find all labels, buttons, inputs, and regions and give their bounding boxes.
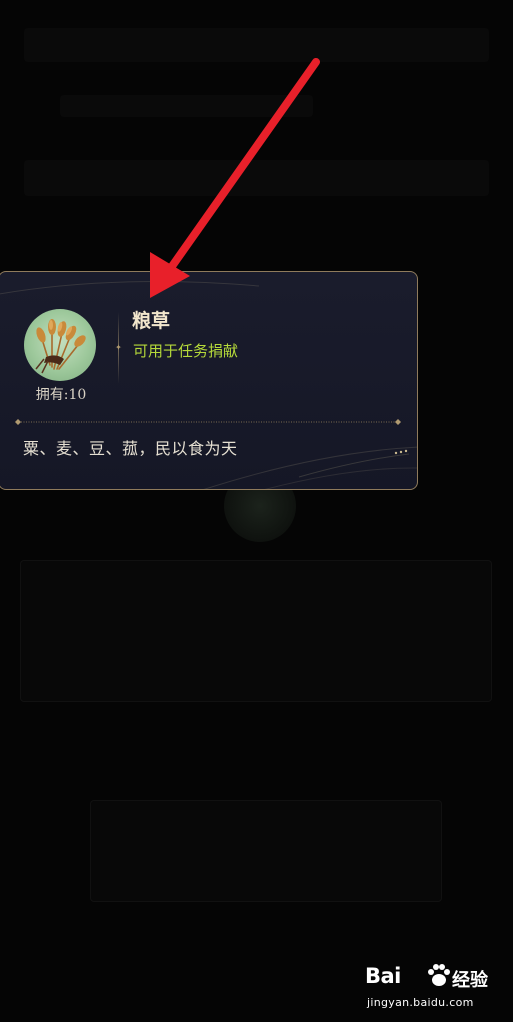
item-owned-count: 拥有:10: [35, 387, 87, 403]
watermark-brand: 经验: [452, 970, 488, 991]
bg-tab-row: [24, 160, 489, 196]
item-description: 粟、麦、豆、菰，民以食为天: [23, 439, 238, 458]
paw-icon: [428, 964, 450, 986]
bg-header: [24, 28, 489, 62]
bg-subheader: [60, 95, 313, 117]
watermark-url: jingyan.baidu.com: [367, 996, 474, 1009]
watermark-logo: Bai: [365, 964, 401, 988]
bg-panel-mid: [20, 560, 492, 702]
bg-panel-low: [90, 800, 442, 902]
background-game-ui: [0, 0, 513, 1022]
item-tooltip-card: 拥有:10 ✦ 粮草 可用于任务捐献 粟、麦、豆、菰，民以食为天: [0, 271, 418, 490]
item-usage: 可用于任务捐献: [133, 342, 239, 360]
wheat-bundle-icon[interactable]: [24, 309, 96, 381]
baidu-jingyan-watermark: Bai 经验 jingyan.baidu.com: [365, 962, 510, 1014]
horizontal-divider: [15, 419, 401, 425]
divider-ornament-icon: ✦: [115, 343, 122, 352]
item-name: 粮草: [132, 310, 171, 332]
